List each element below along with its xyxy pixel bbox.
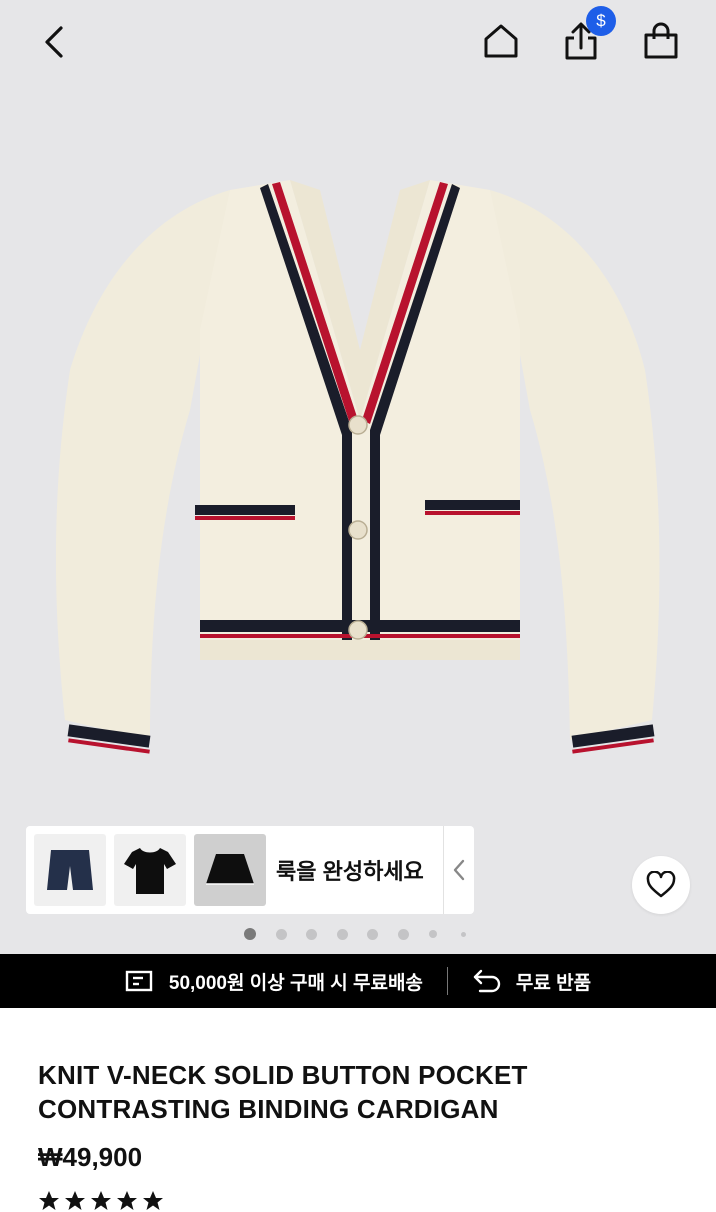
heart-icon [646, 871, 676, 898]
star-icon [143, 1191, 163, 1210]
shorts-thumbnail [47, 850, 93, 890]
free-shipping-text: 50,000원 이상 구매 시 무료배송 [168, 972, 423, 994]
pagination-dot[interactable] [429, 930, 437, 938]
bag-button[interactable] [636, 16, 686, 66]
pagination-dot[interactable] [306, 929, 317, 940]
look-item-skirt[interactable] [194, 834, 266, 906]
pagination-dot[interactable] [367, 929, 378, 940]
gallery-pagination [240, 926, 480, 942]
return-icon [473, 969, 501, 993]
share-badge: $ [586, 6, 616, 36]
skirt-thumbnail [206, 854, 254, 885]
product-image[interactable] [40, 150, 680, 800]
back-button[interactable] [30, 18, 78, 66]
chevron-left-icon [45, 26, 63, 58]
truck-icon [125, 970, 153, 992]
pagination-dot[interactable] [276, 929, 287, 940]
product-gallery[interactable]: $ 룩을 완성하세요 [0, 0, 716, 954]
home-icon [484, 24, 518, 58]
favorite-button[interactable] [632, 856, 690, 914]
star-icon [39, 1191, 59, 1210]
product-title: KNIT V-NECK SOLID BUTTON POCKET CONTRAST… [38, 1060, 528, 1124]
pagination-dot[interactable] [398, 929, 409, 940]
star-icon [117, 1191, 137, 1210]
complete-look-carousel[interactable]: 룩을 완성하세요 [26, 826, 474, 914]
free-return-text: 무료 반품 [515, 972, 592, 994]
tshirt-thumbnail [124, 848, 176, 894]
pagination-dot[interactable] [461, 932, 466, 937]
shopping-bag-icon [644, 22, 678, 59]
chevron-left-icon [453, 859, 465, 881]
look-item-tshirt[interactable] [114, 834, 186, 906]
product-price: ₩49,900 [38, 1142, 143, 1172]
home-button[interactable] [476, 16, 526, 66]
pagination-dot[interactable] [337, 929, 348, 940]
pagination-dot[interactable] [244, 928, 256, 940]
promo-banner[interactable]: 50,000원 이상 구매 시 무료배송 무료 반품 [0, 954, 716, 1008]
star-icon [91, 1191, 111, 1210]
free-return-notice: 무료 반품 [472, 968, 591, 995]
collapse-look-button[interactable] [443, 826, 474, 914]
star-icon [65, 1191, 85, 1210]
rating-stars[interactable] [38, 1190, 164, 1212]
top-bar: $ [0, 0, 716, 86]
complete-look-label: 룩을 완성하세요 [276, 859, 424, 884]
free-shipping-notice: 50,000원 이상 구매 시 무료배송 [125, 968, 423, 995]
banner-divider [446, 967, 448, 995]
look-item-shorts[interactable] [34, 834, 106, 906]
